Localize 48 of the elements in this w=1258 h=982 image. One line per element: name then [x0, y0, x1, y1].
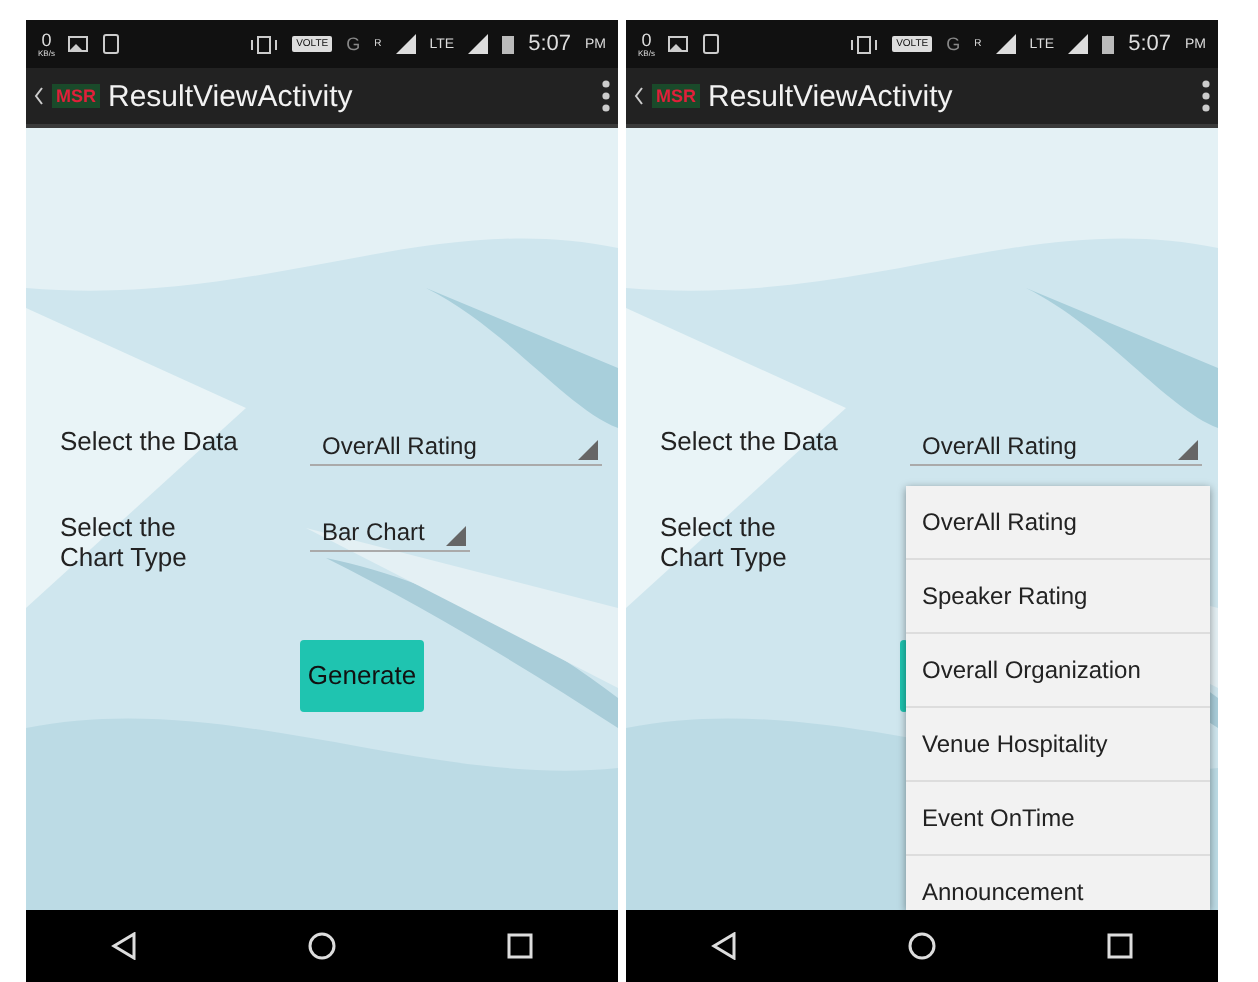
activity-title: ResultViewActivity	[108, 79, 353, 113]
data-spinner[interactable]: OverAll Rating	[910, 428, 1202, 466]
signal-icon	[995, 34, 1016, 54]
data-label: Select the Data	[660, 428, 840, 458]
chart-type-spinner[interactable]: Bar Chart	[310, 514, 470, 552]
image-icon	[668, 36, 689, 52]
signal-icon	[395, 34, 416, 54]
dropdown-arrow-icon	[578, 440, 598, 460]
overflow-menu-icon[interactable]	[602, 80, 610, 112]
clock-time: 5:07	[528, 33, 571, 55]
network-type: G	[946, 35, 961, 53]
home-icon[interactable]	[907, 932, 936, 960]
speed-value: 0	[41, 31, 52, 49]
clock-time: 5:07	[1128, 33, 1171, 55]
dropdown-option[interactable]: OverAll Rating	[906, 486, 1210, 560]
activity-title: ResultViewActivity	[708, 79, 953, 113]
dropdown-option[interactable]: Event OnTime	[906, 782, 1210, 856]
battery-icon	[502, 34, 515, 54]
chart-type-label: Select the Chart Type	[60, 514, 189, 574]
signal-icon	[468, 34, 489, 54]
dropdown-option[interactable]: Speaker Rating	[906, 560, 1210, 634]
dropdown-option[interactable]: Venue Hospitality	[906, 708, 1210, 782]
recents-icon[interactable]	[1105, 932, 1134, 960]
dropdown-arrow-icon	[446, 526, 466, 546]
back-nav-icon[interactable]	[110, 932, 139, 960]
home-icon[interactable]	[307, 932, 336, 960]
overflow-menu-icon[interactable]	[1202, 80, 1210, 112]
back-icon[interactable]	[634, 86, 644, 106]
recents-icon[interactable]	[505, 932, 534, 960]
image-icon	[68, 36, 89, 52]
data-spinner[interactable]: OverAll Rating	[310, 428, 602, 466]
battery-icon	[1102, 34, 1115, 54]
dropdown-option[interactable]: Overall Organization	[906, 634, 1210, 708]
chart-type-label: Select the Chart Type	[660, 514, 789, 574]
phone-icon	[702, 34, 721, 54]
back-icon[interactable]	[34, 86, 44, 106]
generate-button[interactable]: Generate	[300, 639, 424, 712]
app-logo: MSR	[52, 84, 100, 108]
vibrate-icon	[850, 35, 879, 53]
vibrate-icon	[250, 35, 279, 53]
phone-icon	[102, 34, 121, 54]
back-nav-icon[interactable]	[710, 932, 739, 960]
signal-icon	[1068, 34, 1089, 54]
speed-value: 0	[641, 31, 652, 49]
app-logo: MSR	[652, 84, 700, 108]
network-type: G	[346, 35, 361, 53]
dropdown-arrow-icon	[1178, 440, 1198, 460]
data-label: Select the Data	[60, 428, 240, 458]
